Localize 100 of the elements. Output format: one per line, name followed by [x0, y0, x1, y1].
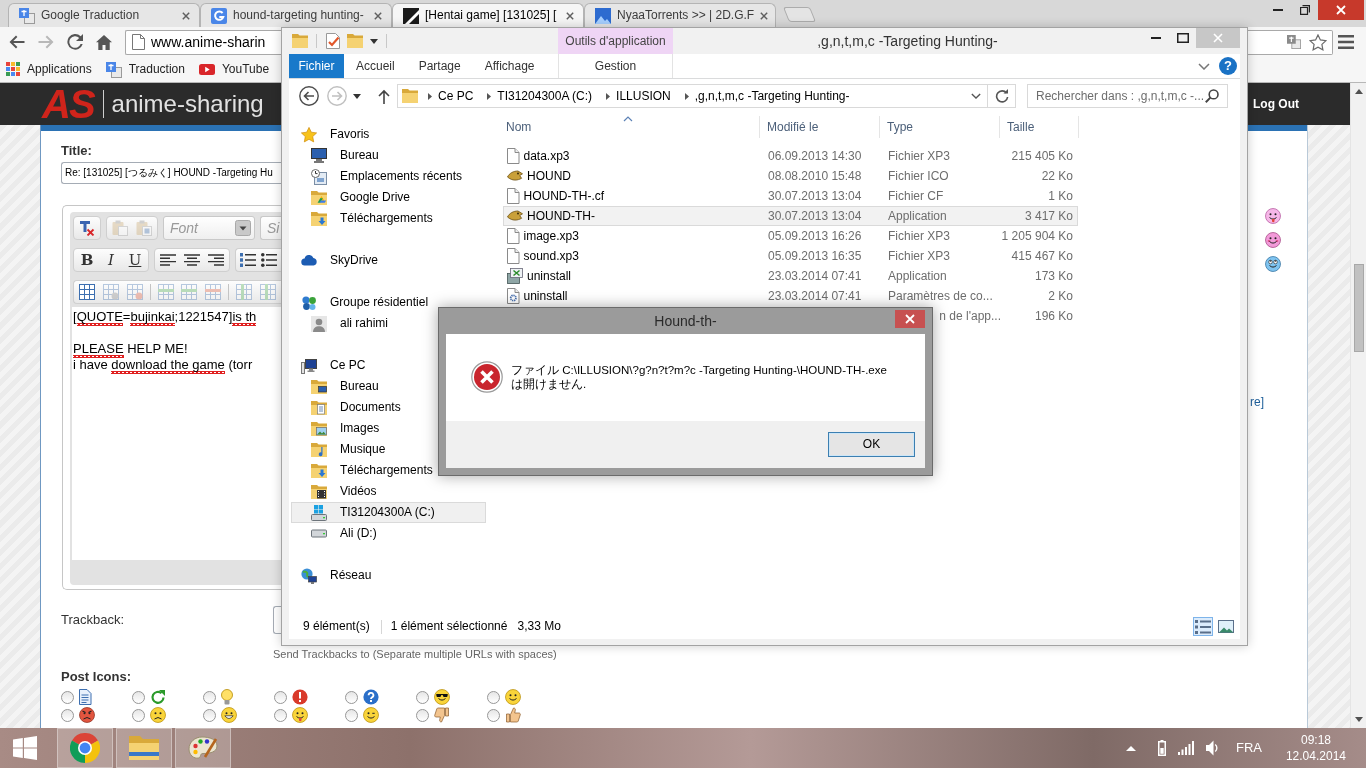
nav-item[interactable]: Emplacements récents: [291, 166, 486, 187]
taskbar-button[interactable]: [175, 728, 231, 768]
message-field[interactable]: [QUOTE=bujinkai;1221547]is th PLEASE HELP ME! i have download the game (torr: [72, 307, 281, 560]
chevron-right-icon[interactable]: [487, 92, 492, 100]
home-icon[interactable]: [96, 34, 112, 50]
taskbar-button[interactable]: [116, 728, 172, 768]
menu-icon[interactable]: [1338, 35, 1354, 49]
radio-button[interactable]: [203, 690, 216, 704]
dialog-button[interactable]: OK: [828, 432, 915, 457]
caret-icon[interactable]: [353, 93, 361, 99]
ribbon-tab[interactable]: Gestion: [558, 54, 673, 78]
browser-tab[interactable]: Google Traduction: [8, 3, 200, 27]
nav-item[interactable]: Téléchargements: [291, 208, 486, 229]
nav-item[interactable]: Ali (D:): [291, 523, 486, 544]
browser-tab[interactable]: hound-targeting hunting-: [200, 3, 392, 27]
numbered-list-icon[interactable]: [239, 253, 256, 267]
bold-button[interactable]: B: [75, 249, 99, 271]
file-row[interactable]: HOUND-TH- 30.07.2013 13:04 Application 3 417 Ko: [503, 206, 1078, 226]
nav-item[interactable]: Bureau: [291, 145, 486, 166]
column-header[interactable]: Modifié le: [760, 116, 880, 138]
underline-button[interactable]: U: [123, 249, 147, 271]
close-icon[interactable]: [760, 11, 769, 20]
file-menu-button[interactable]: Fichier: [289, 54, 344, 78]
align-right-icon[interactable]: [208, 254, 224, 266]
address-field[interactable]: Ce PC TI31204300A (C:) ILLUSION ,g,n,t,m,c -Targeting Hunting-: [397, 84, 1016, 108]
chevron-right-icon[interactable]: [684, 92, 689, 100]
details-view-button[interactable]: [1193, 617, 1213, 636]
radio-button[interactable]: [61, 708, 74, 722]
file-row[interactable]: HOUND 08.08.2010 15:48 Fichier ICO 22 Ko: [503, 166, 1078, 186]
back-icon[interactable]: [9, 35, 25, 49]
radio-button[interactable]: [487, 708, 500, 722]
breadcrumb-item[interactable]: ,g,n,t,m,c -Targeting Hunting-: [694, 88, 850, 104]
scroll-up-icon[interactable]: [1354, 89, 1363, 94]
close-button[interactable]: [1318, 0, 1364, 20]
clear-format-icon[interactable]: [79, 220, 95, 236]
breadcrumb-item[interactable]: Ce PC: [438, 88, 474, 104]
table-icon[interactable]: [78, 284, 95, 300]
checked-page-icon[interactable]: [325, 33, 341, 49]
help-button[interactable]: ?: [1219, 57, 1237, 75]
windows-logo-icon[interactable]: [13, 736, 37, 760]
file-row[interactable]: n de l'app... 196 Ko: [936, 306, 1078, 326]
nav-item[interactable]: Google Drive: [291, 187, 486, 208]
caret-icon[interactable]: [370, 38, 378, 44]
star-icon[interactable]: [1309, 33, 1327, 51]
up-arrow-icon[interactable]: [378, 88, 390, 104]
italic-button[interactable]: I: [99, 249, 123, 271]
rolling-eyes-face-icon[interactable]: [1265, 256, 1281, 272]
speaker-icon[interactable]: [1205, 740, 1218, 756]
browser-tab[interactable]: NyaaTorrents >> | 2D.G.F: [584, 3, 776, 27]
language-indicator[interactable]: FRA: [1235, 740, 1262, 756]
align-left-icon[interactable]: [160, 254, 176, 266]
radio-button[interactable]: [203, 708, 216, 722]
close-icon[interactable]: [374, 11, 382, 20]
column-header[interactable]: Nom: [497, 116, 760, 138]
scrollbar[interactable]: [1350, 83, 1366, 728]
ribbon-tab[interactable]: Partage: [406, 54, 473, 78]
radio-button[interactable]: [345, 708, 358, 722]
close-icon[interactable]: [182, 11, 190, 20]
battery-icon[interactable]: [1157, 740, 1166, 756]
chevron-right-icon[interactable]: [428, 92, 432, 100]
file-row[interactable]: data.xp3 06.09.2013 14:30 Fichier XP3 215 405 Ko: [503, 146, 1078, 166]
blushing-face-icon[interactable]: [1265, 232, 1281, 248]
close-icon[interactable]: [566, 11, 574, 20]
reload-icon[interactable]: [67, 34, 83, 50]
bookmark-link[interactable]: Traduction: [105, 61, 185, 78]
radio-button[interactable]: [274, 690, 287, 704]
search-field[interactable]: Rechercher dans : ,g,n,t,m,c -...: [1027, 84, 1228, 108]
chevron-down-icon[interactable]: [971, 93, 981, 99]
radio-button[interactable]: [61, 690, 74, 704]
radio-button[interactable]: [416, 690, 429, 704]
close-button[interactable]: [895, 310, 925, 328]
breadcrumb-item[interactable]: ILLUSION: [616, 88, 671, 104]
nav-item[interactable]: SkyDrive: [291, 250, 486, 271]
column-header[interactable]: Taille: [1000, 116, 1079, 138]
file-row[interactable]: image.xp3 05.09.2013 16:26 Fichier XP3 1 205 904 Ko: [503, 226, 1078, 246]
file-row[interactable]: uninstall 23.03.2014 07:41 Application 173 Ko: [503, 266, 1078, 286]
bookmark-link[interactable]: Applications: [6, 62, 92, 77]
breadcrumb-item[interactable]: TI31204300A (C:): [497, 88, 593, 104]
back-icon[interactable]: [299, 86, 319, 106]
file-row[interactable]: sound.xp3 05.09.2013 16:35 Fichier XP3 415 467 Ko: [503, 246, 1078, 266]
bookmark-link[interactable]: YouTube: [198, 62, 270, 77]
chevron-down-icon[interactable]: [1198, 62, 1210, 70]
ribbon-tab[interactable]: Accueil: [344, 54, 407, 78]
file-row[interactable]: uninstall 23.03.2014 07:41 Paramètres de co... 2 Ko: [503, 286, 1078, 306]
file-row[interactable]: HOUND-TH-.cf 30.07.2013 13:04 Fichier CF 1 Ko: [503, 186, 1078, 206]
bullet-list-icon[interactable]: [261, 253, 278, 267]
radio-button[interactable]: [345, 690, 358, 704]
taskbar-button[interactable]: [57, 728, 113, 768]
chevron-up-icon[interactable]: [1125, 745, 1136, 751]
signal-icon[interactable]: [1177, 741, 1194, 755]
nav-item[interactable]: Groupe résidentiel: [291, 292, 486, 313]
nav-item[interactable]: Vidéos: [291, 481, 486, 502]
browser-tab[interactable]: [Hentai game] [131025] [: [392, 3, 584, 27]
tongue-face-icon[interactable]: [1265, 208, 1281, 224]
radio-button[interactable]: [132, 690, 145, 704]
ribbon-tab[interactable]: Affichage: [472, 54, 547, 78]
align-center-icon[interactable]: [184, 254, 200, 266]
radio-button[interactable]: [416, 708, 429, 722]
trackback-field[interactable]: [273, 606, 281, 634]
title-field[interactable]: Re: [131025] [つるみく] HOUND -Targeting Hu: [61, 162, 281, 184]
